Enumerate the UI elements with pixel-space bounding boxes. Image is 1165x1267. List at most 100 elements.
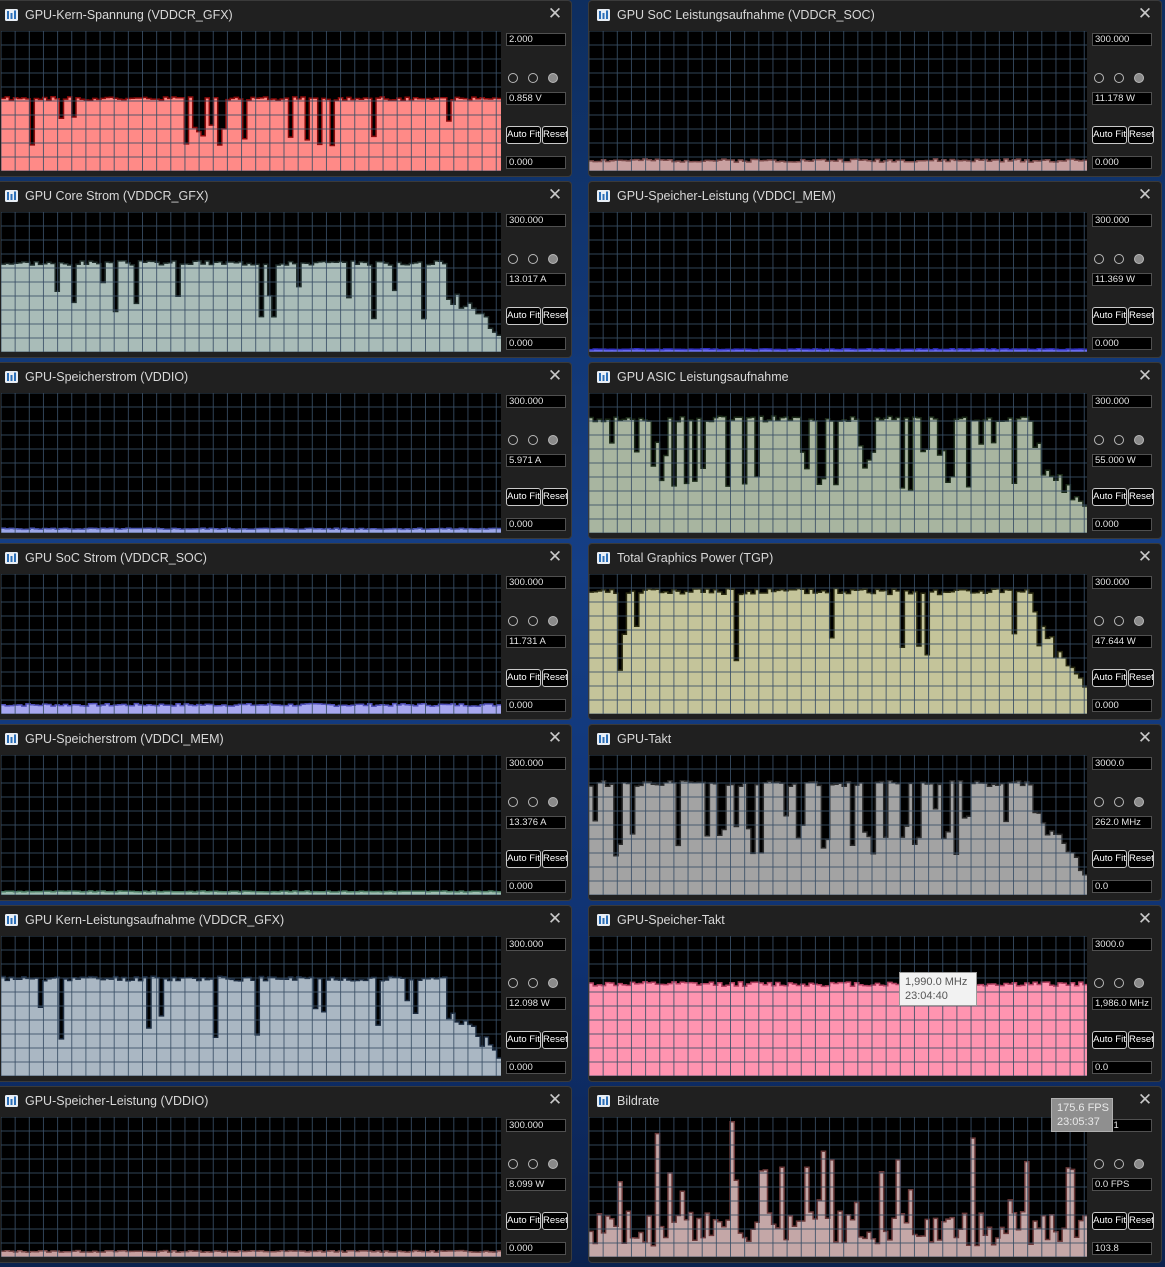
reset-button[interactable]: Reset xyxy=(1128,1212,1154,1230)
auto-fit-button[interactable]: Auto Fit xyxy=(506,488,541,506)
close-icon[interactable]: ✕ xyxy=(547,1091,563,1108)
scale-min-value[interactable]: 0.000 xyxy=(506,1061,566,1074)
close-icon[interactable]: ✕ xyxy=(1137,910,1153,927)
reset-button[interactable]: Reset xyxy=(542,1212,568,1230)
window-titlebar[interactable]: GPU Kern-Leistungsaufnahme (VDDCR_GFX) ✕ xyxy=(0,906,571,936)
scale-max-value[interactable]: 300.000 xyxy=(506,395,566,408)
sensor-window[interactable]: GPU-Speicher-Leistung (VDDCI_MEM) ✕ 300.… xyxy=(588,181,1162,358)
radio-option-3[interactable] xyxy=(1134,73,1144,83)
reset-button[interactable]: Reset xyxy=(542,850,568,868)
reset-button[interactable]: Reset xyxy=(542,669,568,687)
radio-option-1[interactable] xyxy=(508,1159,518,1169)
radio-option-1[interactable] xyxy=(508,254,518,264)
reset-button[interactable]: Reset xyxy=(542,488,568,506)
radio-option-1[interactable] xyxy=(1094,1159,1104,1169)
close-icon[interactable]: ✕ xyxy=(547,548,563,565)
auto-fit-button[interactable]: Auto Fit xyxy=(1092,1212,1127,1230)
scale-max-value[interactable]: 300.000 xyxy=(506,1119,566,1132)
radio-option-1[interactable] xyxy=(1094,73,1104,83)
scale-min-value[interactable]: 0.000 xyxy=(1092,337,1152,350)
window-titlebar[interactable]: GPU-Speicher-Takt ✕ xyxy=(589,906,1161,936)
radio-option-3[interactable] xyxy=(548,73,558,83)
scale-min-value[interactable]: 0.000 xyxy=(506,880,566,893)
scale-max-value[interactable]: 300.000 xyxy=(1092,214,1152,227)
reset-button[interactable]: Reset xyxy=(542,126,568,144)
radio-option-2[interactable] xyxy=(528,1159,538,1169)
scale-min-value[interactable]: 0.000 xyxy=(506,518,566,531)
scale-min-value[interactable]: 0.000 xyxy=(1092,518,1152,531)
sensor-window[interactable]: GPU-Speicherstrom (VDDIO) ✕ 300.000 5.97… xyxy=(0,362,572,539)
reset-button[interactable]: Reset xyxy=(1128,669,1154,687)
radio-option-1[interactable] xyxy=(1094,254,1104,264)
radio-option-3[interactable] xyxy=(1134,254,1144,264)
reset-button[interactable]: Reset xyxy=(1128,850,1154,868)
scale-max-value[interactable]: 300.000 xyxy=(1092,395,1152,408)
auto-fit-button[interactable]: Auto Fit xyxy=(506,126,541,144)
auto-fit-button[interactable]: Auto Fit xyxy=(1092,669,1127,687)
sensor-window[interactable]: GPU-Takt ✕ 3000.0 262.0 MHz Auto Fit Res… xyxy=(588,724,1162,901)
scale-max-value[interactable]: 300.000 xyxy=(506,576,566,589)
radio-option-2[interactable] xyxy=(1114,797,1124,807)
radio-option-2[interactable] xyxy=(528,254,538,264)
window-titlebar[interactable]: GPU-Takt ✕ xyxy=(589,725,1161,755)
sensor-window[interactable]: GPU Kern-Leistungsaufnahme (VDDCR_GFX) ✕… xyxy=(0,905,572,1082)
radio-option-2[interactable] xyxy=(1114,1159,1124,1169)
sensor-window[interactable]: GPU-Speicherstrom (VDDCI_MEM) ✕ 300.000 … xyxy=(0,724,572,901)
scale-max-value[interactable]: 3000.0 xyxy=(1092,938,1152,951)
close-icon[interactable]: ✕ xyxy=(547,367,563,384)
scale-max-value[interactable]: 300.000 xyxy=(506,938,566,951)
radio-option-3[interactable] xyxy=(1134,616,1144,626)
radio-option-2[interactable] xyxy=(1114,435,1124,445)
radio-option-2[interactable] xyxy=(1114,616,1124,626)
radio-option-2[interactable] xyxy=(528,435,538,445)
auto-fit-button[interactable]: Auto Fit xyxy=(506,1031,541,1049)
reset-button[interactable]: Reset xyxy=(1128,488,1154,506)
window-titlebar[interactable]: GPU-Kern-Spannung (VDDCR_GFX) ✕ xyxy=(0,1,571,31)
reset-button[interactable]: Reset xyxy=(542,1031,568,1049)
sensor-window[interactable]: GPU ASIC Leistungsaufnahme ✕ 300.000 55.… xyxy=(588,362,1162,539)
window-titlebar[interactable]: Total Graphics Power (TGP) ✕ xyxy=(589,544,1161,574)
scale-max-value[interactable]: 2.000 xyxy=(506,33,566,46)
scale-min-value[interactable]: 0.000 xyxy=(506,1242,566,1255)
window-titlebar[interactable]: GPU-Speicher-Leistung (VDDCI_MEM) ✕ xyxy=(589,182,1161,212)
close-icon[interactable]: ✕ xyxy=(547,910,563,927)
radio-option-3[interactable] xyxy=(1134,797,1144,807)
scale-min-value[interactable]: 0.000 xyxy=(506,337,566,350)
auto-fit-button[interactable]: Auto Fit xyxy=(1092,126,1127,144)
window-titlebar[interactable]: GPU Core Strom (VDDCR_GFX) ✕ xyxy=(0,182,571,212)
sensor-window[interactable]: GPU Core Strom (VDDCR_GFX) ✕ 300.000 13.… xyxy=(0,181,572,358)
radio-option-1[interactable] xyxy=(508,797,518,807)
scale-min-value[interactable]: 0.000 xyxy=(1092,156,1152,169)
scale-max-value[interactable]: 3000.0 xyxy=(1092,757,1152,770)
auto-fit-button[interactable]: Auto Fit xyxy=(1092,1031,1127,1049)
auto-fit-button[interactable]: Auto Fit xyxy=(1092,307,1127,325)
radio-option-2[interactable] xyxy=(1114,254,1124,264)
auto-fit-button[interactable]: Auto Fit xyxy=(506,307,541,325)
auto-fit-button[interactable]: Auto Fit xyxy=(506,850,541,868)
close-icon[interactable]: ✕ xyxy=(1137,548,1153,565)
sensor-window[interactable]: GPU-Speicher-Leistung (VDDIO) ✕ 300.000 … xyxy=(0,1086,572,1263)
scale-min-value[interactable]: 0.000 xyxy=(1092,699,1152,712)
radio-option-1[interactable] xyxy=(1094,978,1104,988)
radio-option-3[interactable] xyxy=(1134,978,1144,988)
sensor-window[interactable]: GPU-Kern-Spannung (VDDCR_GFX) ✕ 2.000 0.… xyxy=(0,0,572,177)
radio-option-3[interactable] xyxy=(1134,435,1144,445)
radio-option-2[interactable] xyxy=(528,797,538,807)
radio-option-1[interactable] xyxy=(508,978,518,988)
reset-button[interactable]: Reset xyxy=(542,307,568,325)
close-icon[interactable]: ✕ xyxy=(547,186,563,203)
sensor-window[interactable]: GPU-Speicher-Takt ✕ 3000.0 1,986.0 MHz A… xyxy=(588,905,1162,1082)
scale-max-value[interactable]: 300.000 xyxy=(506,214,566,227)
window-titlebar[interactable]: GPU SoC Leistungsaufnahme (VDDCR_SOC) ✕ xyxy=(589,1,1161,31)
window-titlebar[interactable]: GPU-Speicherstrom (VDDIO) ✕ xyxy=(0,363,571,393)
radio-option-1[interactable] xyxy=(1094,797,1104,807)
sensor-window[interactable]: GPU SoC Leistungsaufnahme (VDDCR_SOC) ✕ … xyxy=(588,0,1162,177)
auto-fit-button[interactable]: Auto Fit xyxy=(1092,850,1127,868)
scale-max-value[interactable]: 300.000 xyxy=(506,757,566,770)
radio-option-3[interactable] xyxy=(548,616,558,626)
scale-min-value[interactable]: 0.0 xyxy=(1092,1061,1152,1074)
scale-min-value[interactable]: 0.000 xyxy=(506,699,566,712)
scale-max-value[interactable]: 300.000 xyxy=(1092,576,1152,589)
window-titlebar[interactable]: GPU SoC Strom (VDDCR_SOC) ✕ xyxy=(0,544,571,574)
radio-option-1[interactable] xyxy=(1094,616,1104,626)
